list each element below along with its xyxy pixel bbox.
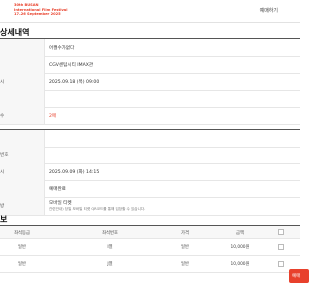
ticket-count: 2매 xyxy=(49,114,57,119)
logo-line: 17–26 September 2025 xyxy=(14,12,61,17)
detail-row: CGV센텀시티 IMAX관 xyxy=(0,56,300,74)
seat-table: 좌석등급 좌석번호 가격 금액 일반 I열 일반 10,000원 일반 J열 일… xyxy=(0,225,300,273)
button-label: 예매 xyxy=(292,274,301,279)
seat-select-checkbox[interactable] xyxy=(278,244,284,250)
detail-row: 어쩔수가없다 xyxy=(0,39,300,57)
table-row: 일반 I열 일반 10,000원 xyxy=(0,238,300,256)
detail-label: 번호 xyxy=(0,153,9,158)
seat-amount: 10,000원 xyxy=(230,262,250,267)
page-title: 상세내역 xyxy=(0,28,30,37)
seat-grade: 일반 xyxy=(18,245,26,250)
column-header: 좌석번호 xyxy=(102,231,118,236)
detail-label: 방 xyxy=(0,204,5,209)
seat-number: J열 xyxy=(107,262,113,267)
movie-title: 어쩔수가없다 xyxy=(49,46,75,51)
booking-detail-table: 어쩔수가없다 CGV센텀시티 IMAX관 시 2025.09.18 (목) 09… xyxy=(0,38,300,216)
column-header: 가격 xyxy=(181,231,189,236)
detail-row: 수 2매 xyxy=(0,107,300,125)
detail-row: 방 모바일 티켓 관련안내) 당일 모바일 티켓 QR코드를 통해 입장할 수 … xyxy=(0,197,300,216)
seat-section-title: 보 xyxy=(0,215,8,224)
site-header: 30th BUSAN International Film Festival 1… xyxy=(0,0,300,23)
detail-row: 예매완료 xyxy=(0,180,300,198)
detail-label: 수 xyxy=(0,114,5,119)
theater-name: CGV센텀시티 IMAX관 xyxy=(49,63,94,68)
detail-row: 시 2025.09.18 (목) 09:00 xyxy=(0,73,300,91)
cancel-booking-button[interactable]: 예매 xyxy=(289,269,309,283)
booking-date: 2025.09.09 (화) 14:15 xyxy=(49,170,100,175)
seat-select-checkbox[interactable] xyxy=(278,261,284,267)
seat-number: I열 xyxy=(107,245,113,250)
seat-amount: 10,000원 xyxy=(230,245,250,250)
showtime: 2025.09.18 (목) 09:00 xyxy=(49,80,100,85)
detail-label: 시 xyxy=(0,170,5,175)
select-all-checkbox[interactable] xyxy=(278,229,284,235)
booking-status: 예매완료 xyxy=(49,187,66,192)
column-header: 금액 xyxy=(236,231,244,236)
seat-price-type: 일반 xyxy=(181,262,189,267)
ticket-method-note: 관련안내) 당일 모바일 티켓 QR코드를 통해 입장할 수 있습니다. xyxy=(49,207,146,211)
detail-row: 시 2025.09.09 (화) 14:15 xyxy=(0,163,300,181)
ticket-method: 모바일 티켓 xyxy=(49,201,72,206)
detail-row xyxy=(0,90,300,108)
seat-price-type: 일반 xyxy=(181,245,189,250)
column-header: 좌석등급 xyxy=(14,231,30,236)
detail-label: 시 xyxy=(0,80,5,85)
booking-link[interactable]: 예매하기 xyxy=(260,7,278,14)
festival-logo[interactable]: 30th BUSAN International Film Festival 1… xyxy=(14,3,67,17)
detail-row: 번호 xyxy=(0,146,300,164)
seat-grade: 일반 xyxy=(18,262,26,267)
table-row: 일반 J열 일반 10,000원 xyxy=(0,255,300,273)
